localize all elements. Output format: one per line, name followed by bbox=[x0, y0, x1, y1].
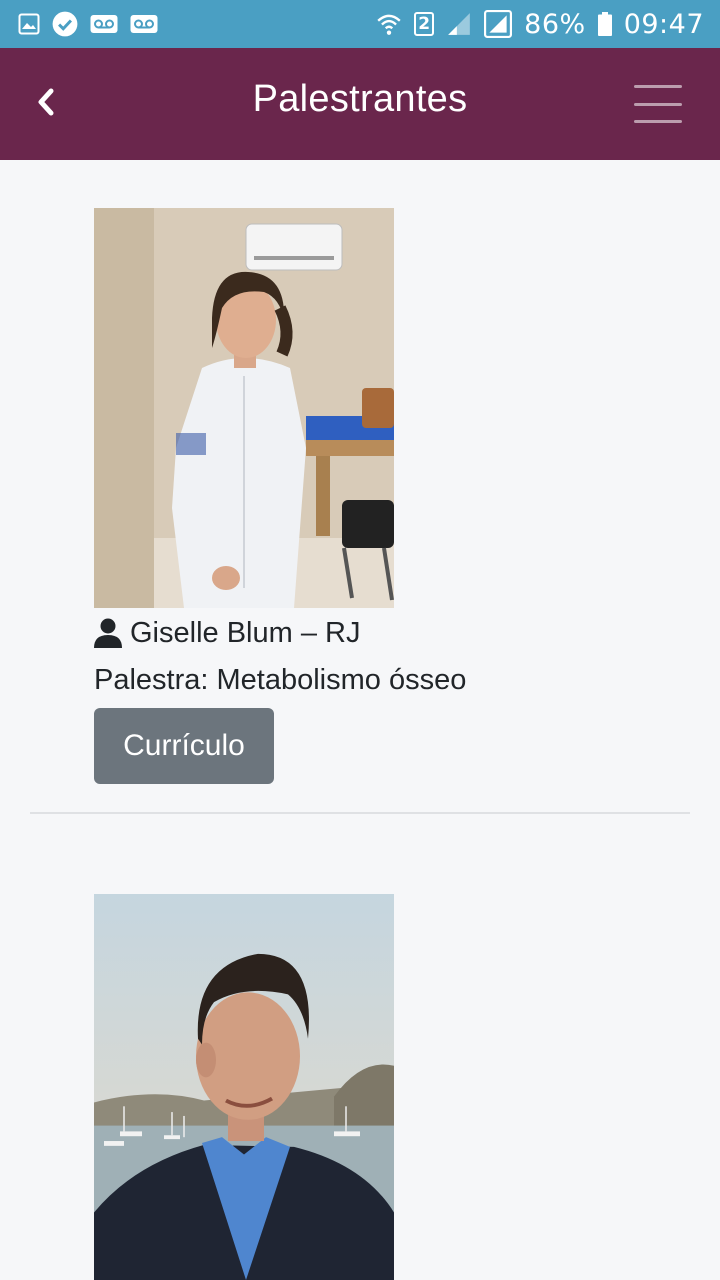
speaker-card bbox=[94, 894, 394, 1280]
divider bbox=[30, 812, 690, 814]
menu-bar bbox=[634, 102, 682, 106]
speaker-name-row: Giselle Blum – RJ bbox=[94, 616, 466, 650]
speaker-card: Giselle Blum – RJ Palestra: Metabolismo … bbox=[94, 208, 466, 784]
speaker-talk: Palestra: Metabolismo ósseo bbox=[94, 664, 467, 696]
app-header: Palestrantes bbox=[0, 48, 720, 160]
signal-box-icon bbox=[484, 10, 513, 38]
battery-percent: 86% bbox=[524, 8, 586, 40]
signal-icon bbox=[448, 13, 471, 35]
user-icon bbox=[94, 618, 122, 648]
speaker-photo bbox=[94, 894, 394, 1280]
voicemail-icon bbox=[130, 15, 158, 33]
curriculum-button[interactable]: Currículo bbox=[94, 708, 274, 784]
voicemail-icon bbox=[90, 15, 118, 33]
menu-bar bbox=[634, 120, 682, 123]
sim-indicator: 2 bbox=[414, 12, 435, 36]
speaker-name: Giselle Blum – RJ bbox=[130, 616, 361, 649]
menu-button[interactable] bbox=[630, 82, 686, 126]
clock: 09:47 bbox=[623, 8, 704, 40]
notification-icons bbox=[18, 11, 158, 37]
wifi-icon bbox=[377, 14, 401, 35]
page-title: Palestrantes bbox=[252, 78, 468, 120]
image-icon bbox=[18, 13, 40, 35]
system-icons: 2 86% 09:47 bbox=[376, 9, 704, 40]
battery-icon bbox=[597, 12, 612, 36]
hamburger-menu-icon bbox=[634, 85, 682, 88]
check-circle-icon bbox=[52, 11, 78, 37]
status-bar: 2 86% 09:47 bbox=[0, 0, 720, 48]
speaker-photo bbox=[94, 208, 394, 608]
